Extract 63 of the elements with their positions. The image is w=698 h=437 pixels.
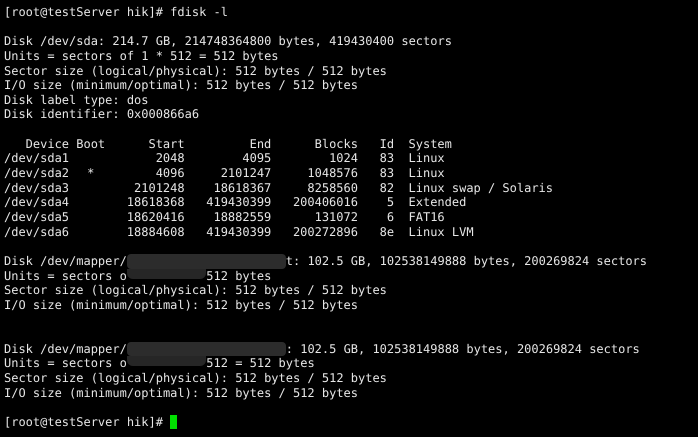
table-cell: 18884608	[126, 224, 185, 239]
table-cell: 8258560	[307, 180, 358, 195]
table-cell: Extended	[408, 195, 466, 210]
table-cell: Linux	[408, 151, 445, 166]
terminal-line: I/O size (minimum/optimal): 512 bytes / 512 bytes	[4, 78, 358, 92]
table-cell: /dev/sda2	[4, 166, 70, 180]
table-cell: 83	[380, 151, 394, 166]
table-cell: Linux LVM	[408, 224, 474, 239]
table-cell: 6	[386, 210, 394, 224]
table-cell: 419430399	[206, 224, 272, 239]
terminal-line: Sector size (logical/physical): 512 bytes / 512 bytes	[4, 64, 387, 78]
table-cell: 131072	[314, 210, 358, 224]
table-cell: End	[250, 136, 272, 151]
terminal-text: 512 = 512 bytes	[206, 356, 315, 372]
table-cell: 4096	[156, 166, 185, 180]
table-cell: Device Boot	[26, 136, 106, 151]
table-cell: System	[408, 136, 452, 151]
table-cell: FAT16	[408, 210, 445, 224]
terminal-line: Sector size (logical/physical): 512 bytes / 512 bytes	[4, 283, 387, 298]
table-cell: 4095	[242, 151, 272, 166]
terminal-line: I/O size (minimum/optimal): 512 bytes / 512 bytes	[4, 386, 358, 400]
table-cell: /dev/sda5	[4, 210, 70, 224]
table-cell: 2101248	[134, 180, 185, 195]
table-cell: Linux	[408, 166, 445, 180]
terminal-line: Units = sectors of 1 * 512 = 512 bytes	[4, 48, 279, 63]
terminal-line: I/O size (minimum/optimal): 512 bytes / 512 bytes	[4, 298, 358, 312]
table-cell: 82	[380, 180, 394, 195]
table-cell: 200272896	[292, 224, 358, 239]
table-cell: 8e	[380, 224, 394, 239]
terminal-line: Sector size (logical/physical): 512 bytes / 512 bytes	[4, 371, 387, 386]
terminal-text: t: 102.5 GB, 102538149888 bytes, 200269824 sectors	[286, 254, 647, 269]
table-cell: 1024	[329, 151, 358, 166]
table-cell: 200406016	[292, 195, 358, 210]
table-cell: 18620416	[126, 210, 185, 224]
table-cell: Linux swap / Solaris	[408, 180, 554, 195]
terminal-line: Disk label type: dos	[4, 92, 148, 107]
terminal-line: Disk /dev/sda: 214.7 GB, 214748364800 bytes, 419430400 sectors	[4, 34, 452, 48]
terminal-text: : 102.5 GB, 102538149888 bytes, 200269824 sectors	[286, 342, 640, 356]
table-cell: 18882559	[213, 210, 272, 224]
table-cell: /dev/sda4	[4, 195, 70, 210]
terminal-text: Units = sectors o	[4, 268, 127, 284]
table-cell: /dev/sda6	[4, 224, 70, 239]
command-prompt: [root@testServer hik]# fdisk -l	[4, 5, 228, 20]
table-cell: /dev/sda3	[4, 180, 70, 195]
terminal-text: Disk /dev/mapper/	[4, 254, 127, 269]
table-cell: 83	[380, 166, 394, 180]
terminal-text: 512 bytes	[206, 268, 272, 284]
table-cell: 2101247	[220, 166, 272, 180]
table-cell: Id	[380, 136, 394, 151]
command-prompt: [root@testServer hik]#	[4, 414, 163, 430]
table-cell: /dev/sda1	[4, 151, 70, 166]
terminal-text: Disk /dev/mapper/	[4, 342, 127, 356]
terminal-line: Disk identifier: 0x000866a6	[4, 107, 200, 122]
table-cell: *	[87, 166, 94, 180]
table-cell: Start	[148, 136, 185, 151]
table-cell: 2048	[156, 151, 185, 166]
table-cell: 18618368	[126, 195, 185, 210]
table-cell: 1048576	[307, 166, 358, 180]
table-cell: 5	[386, 195, 394, 210]
table-cell: Blocks	[314, 136, 358, 151]
table-cell: 419430399	[206, 195, 272, 210]
terminal-text: Units = sectors o	[4, 356, 127, 372]
table-cell: 18618367	[213, 180, 272, 195]
